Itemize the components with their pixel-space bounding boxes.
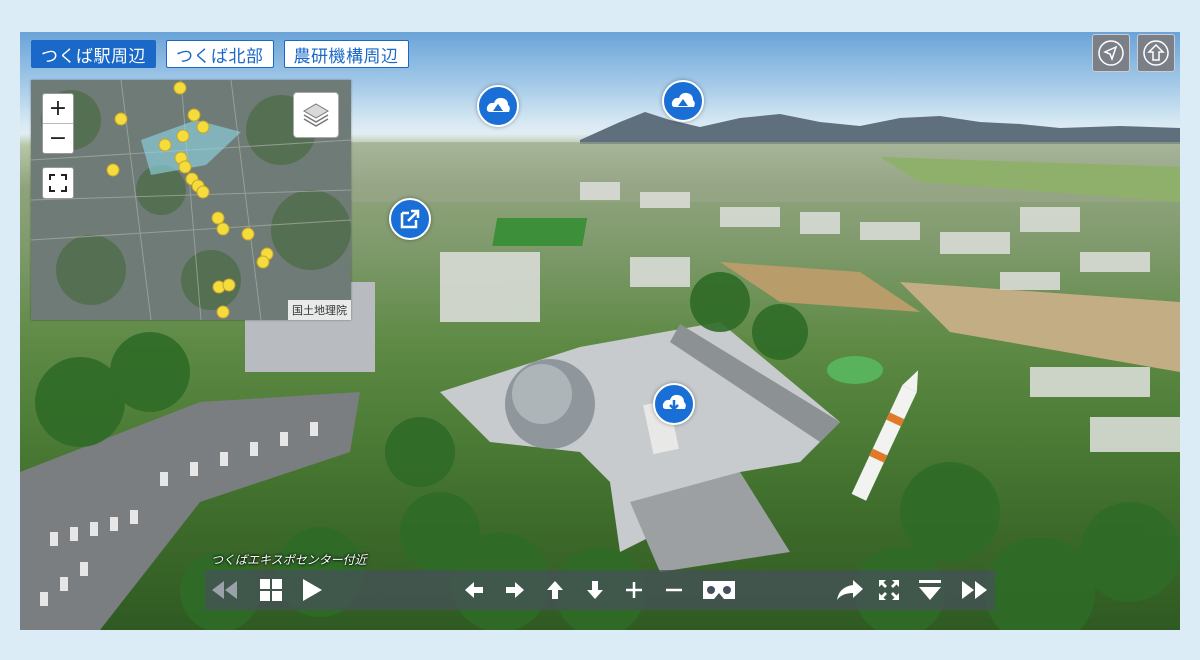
mountain-icon — [671, 92, 695, 107]
plus-icon — [626, 582, 642, 598]
grid-icon — [260, 579, 282, 601]
viewer-toolbar — [205, 570, 995, 610]
arrow-left-icon — [465, 582, 483, 598]
menu-down-icon — [919, 580, 941, 600]
arrow-up-icon — [547, 581, 563, 599]
zoom-in-button[interactable] — [617, 570, 651, 610]
share-icon — [837, 580, 863, 600]
skip-forward-icon — [962, 581, 987, 599]
map-fit-button[interactable] — [42, 167, 74, 199]
share-button[interactable] — [833, 570, 867, 610]
tab-tsukuba-station[interactable]: つくば駅周辺 — [31, 40, 156, 68]
hide-toolbar-button[interactable] — [913, 570, 947, 610]
fullscreen-button[interactable] — [872, 570, 906, 610]
vr-mode-button[interactable] — [699, 570, 739, 610]
skip-forward-button[interactable] — [958, 570, 992, 610]
pan-left-button[interactable] — [457, 570, 491, 610]
tab-naro-area[interactable]: 農研機構周辺 — [283, 40, 409, 68]
layers-icon — [303, 103, 329, 127]
upload-button[interactable] — [1137, 34, 1175, 72]
fullscreen-icon — [879, 580, 899, 600]
pan-down-button[interactable] — [578, 570, 612, 610]
fullscreen-corners-icon — [49, 174, 67, 192]
skip-back-icon — [212, 581, 237, 599]
mini-map[interactable]: + − 国土地理院 — [31, 80, 351, 320]
play-icon — [303, 579, 322, 601]
play-button[interactable] — [295, 570, 329, 610]
zoom-out-button[interactable] — [657, 570, 691, 610]
cloud-download-icon — [662, 394, 686, 411]
arrow-down-icon — [587, 581, 603, 599]
arrow-right-icon — [506, 582, 524, 598]
hotspot-external-link[interactable] — [389, 198, 431, 240]
upload-arrow-icon — [1143, 40, 1169, 66]
map-zoom-controls: + − — [42, 93, 74, 154]
navigation-arrow-icon — [1098, 40, 1124, 66]
map-attribution: 国土地理院 — [288, 300, 351, 320]
hotspot-mountain-2[interactable] — [662, 80, 704, 122]
map-layer-button[interactable] — [293, 92, 339, 138]
vr-icon — [703, 581, 735, 599]
skip-back-button[interactable] — [207, 570, 241, 610]
hotspot-mountain-1[interactable] — [477, 85, 519, 127]
external-link-icon — [400, 209, 420, 229]
map-zoom-out-button[interactable]: − — [43, 123, 73, 153]
scene-caption: つくばエキスポセンター付近 — [211, 553, 367, 567]
hotspot-cloud-download[interactable] — [653, 383, 695, 425]
thumbnail-grid-button[interactable] — [254, 570, 288, 610]
pan-up-button[interactable] — [538, 570, 572, 610]
area-tab-bar: つくば駅周辺 つくば北部 農研機構周辺 — [31, 40, 409, 68]
map-zoom-in-button[interactable]: + — [43, 94, 73, 123]
minus-icon — [666, 588, 682, 592]
tab-tsukuba-north[interactable]: つくば北部 — [166, 40, 274, 68]
mountain-icon — [486, 97, 510, 112]
pan-right-button[interactable] — [498, 570, 532, 610]
compass-button[interactable] — [1092, 34, 1130, 72]
